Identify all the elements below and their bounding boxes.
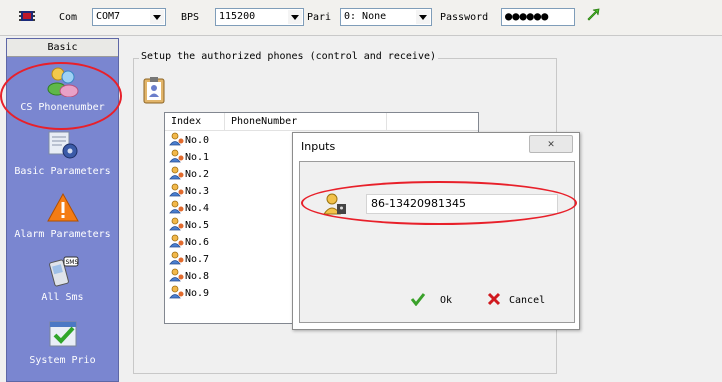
cancel-button[interactable]: Cancel bbox=[487, 292, 545, 310]
sidebar-item-label: All Sms bbox=[41, 292, 84, 303]
chip-icon bbox=[18, 8, 36, 27]
row-index: No.0 bbox=[185, 135, 210, 146]
bps-value: 115200 bbox=[219, 11, 256, 22]
user-icon bbox=[169, 285, 185, 305]
list-item[interactable]: No.4 bbox=[169, 200, 209, 217]
parity-label: Pari bbox=[307, 12, 332, 23]
list-item[interactable]: No.3 bbox=[169, 183, 209, 200]
list-item[interactable]: No.9 bbox=[169, 285, 209, 302]
gear-icon bbox=[7, 129, 118, 164]
svg-text:SMS: SMS bbox=[65, 259, 78, 266]
clipboard-user-icon bbox=[142, 75, 168, 108]
list-header: Index PhoneNumber bbox=[165, 113, 478, 131]
annotation-ellipse bbox=[301, 181, 577, 225]
sidebar-item-label: System Prio bbox=[29, 355, 96, 366]
ok-button[interactable]: Ok bbox=[410, 292, 452, 310]
row-index: No.4 bbox=[185, 203, 210, 214]
row-index: No.8 bbox=[185, 271, 210, 282]
warning-icon bbox=[7, 192, 118, 227]
row-index: No.1 bbox=[185, 152, 210, 163]
checkmark-icon bbox=[7, 318, 118, 353]
sidebar-item-system-prio[interactable]: System Prio bbox=[7, 318, 118, 366]
annotation-ellipse bbox=[0, 62, 122, 130]
group-title: Setup the authorized phones (control and… bbox=[139, 51, 439, 62]
list-item[interactable]: No.8 bbox=[169, 268, 209, 285]
password-label: Password bbox=[440, 12, 489, 23]
list-item[interactable]: No.2 bbox=[169, 166, 209, 183]
parity-select[interactable]: 0: None bbox=[340, 8, 432, 26]
row-index: No.7 bbox=[185, 254, 210, 265]
toolbar: Com COM7 BPS 115200 Pari 0: None Passwor… bbox=[0, 0, 722, 36]
com-select[interactable]: COM7 bbox=[92, 8, 166, 26]
refresh-icon[interactable] bbox=[585, 7, 601, 26]
list-item[interactable]: No.1 bbox=[169, 149, 209, 166]
cancel-x-icon bbox=[487, 292, 501, 313]
sidebar-item-label: Alarm Parameters bbox=[14, 229, 111, 240]
list-item[interactable]: No.6 bbox=[169, 234, 209, 251]
sms-icon: SMS bbox=[7, 255, 118, 290]
row-index: No.5 bbox=[185, 220, 210, 231]
close-button[interactable]: ✕ bbox=[529, 135, 573, 153]
list-item[interactable]: No.7 bbox=[169, 251, 209, 268]
com-value: COM7 bbox=[96, 11, 121, 22]
chevron-down-icon bbox=[288, 10, 302, 24]
sidebar-item-all-sms[interactable]: SMS All Sms bbox=[7, 255, 118, 303]
bps-select[interactable]: 115200 bbox=[215, 8, 304, 26]
row-index: No.9 bbox=[185, 288, 210, 299]
parity-value: 0: None bbox=[344, 11, 387, 22]
list-item[interactable]: No.0 bbox=[169, 132, 209, 149]
sidebar-header: Basic bbox=[7, 39, 118, 57]
inputs-dialog: Inputs ✕ 86-13420981345 Ok Cancel bbox=[292, 132, 580, 330]
row-index: No.2 bbox=[185, 169, 210, 180]
sidebar-item-basic-parameters[interactable]: Basic Parameters bbox=[7, 129, 118, 177]
bps-label: BPS bbox=[181, 12, 200, 23]
ok-label: Ok bbox=[440, 295, 453, 306]
cancel-label: Cancel bbox=[509, 295, 546, 306]
chevron-down-icon bbox=[150, 10, 164, 24]
sidebar-item-alarm-parameters[interactable]: Alarm Parameters bbox=[7, 192, 118, 240]
row-index: No.6 bbox=[185, 237, 210, 248]
com-label: Com bbox=[59, 12, 78, 23]
column-header-index[interactable]: Index bbox=[165, 113, 225, 131]
column-header-phonenumber[interactable]: PhoneNumber bbox=[225, 113, 387, 131]
dialog-title: Inputs bbox=[301, 140, 336, 153]
list-item[interactable]: No.5 bbox=[169, 217, 209, 234]
row-index: No.3 bbox=[185, 186, 210, 197]
ok-check-icon bbox=[410, 292, 426, 313]
chevron-down-icon bbox=[416, 10, 430, 24]
sidebar-item-label: Basic Parameters bbox=[14, 166, 111, 177]
password-field[interactable]: ●●●●●● bbox=[501, 8, 575, 26]
